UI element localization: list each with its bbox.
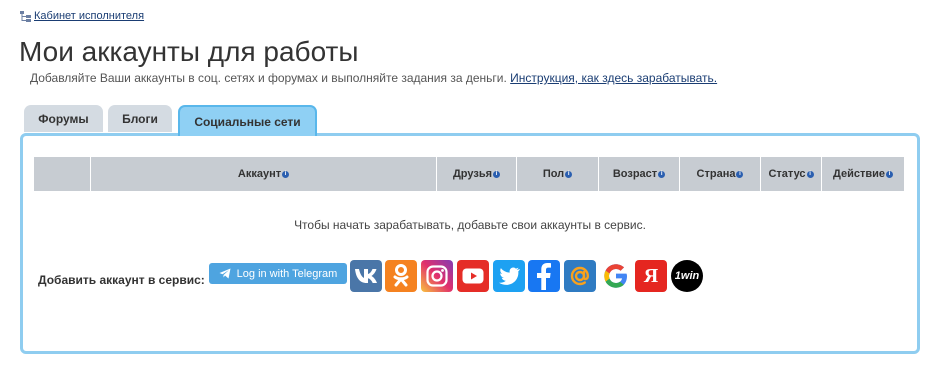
col-action-label: Действие — [833, 168, 885, 180]
telegram-login-label: Log in with Telegram — [236, 267, 338, 280]
instagram-icon — [426, 265, 448, 287]
col-country[interactable]: Страна i — [680, 157, 761, 191]
col-age-label: Возраст — [612, 168, 658, 180]
social-accounts-panel: Аккаунт i Друзья i Пол i Возраст i Страна i С… — [20, 133, 920, 354]
tab-forums[interactable]: Форумы — [24, 105, 103, 132]
empty-table-message: Чтобы начать зарабатывать, добавьте свои… — [294, 218, 646, 232]
add-1win-button[interactable]: 1win — [671, 260, 703, 292]
col-friends[interactable]: Друзья i — [437, 157, 517, 191]
col-select — [34, 157, 91, 191]
telegram-login-button[interactable]: Log in with Telegram — [209, 263, 347, 284]
mailru-icon — [570, 266, 590, 286]
page-subtitle: Добавляйте Ваши аккаунты в соц. сетях и … — [30, 71, 717, 85]
google-icon — [604, 264, 627, 288]
add-vk-button[interactable] — [350, 260, 382, 292]
info-icon[interactable]: i — [282, 170, 290, 178]
add-google-button[interactable] — [600, 260, 632, 292]
add-twitter-button[interactable] — [493, 260, 525, 292]
add-instagram-button[interactable] — [421, 260, 453, 292]
col-account[interactable]: Аккаунт i — [91, 157, 437, 191]
breadcrumb: Кабинет исполнителя — [20, 9, 144, 23]
col-account-label: Аккаунт — [237, 168, 282, 180]
info-icon[interactable]: i — [658, 170, 666, 178]
facebook-icon — [537, 263, 551, 290]
add-account-label: Добавить аккаунт в сервис: — [38, 273, 205, 287]
accounts-table-header: Аккаунт i Друзья i Пол i Возраст i Страна i С… — [34, 157, 904, 191]
youtube-icon — [462, 268, 484, 284]
telegram-icon — [219, 268, 231, 279]
subtitle-text: Добавляйте Ваши аккаунты в соц. сетях и … — [30, 71, 507, 85]
1win-icon: 1win — [674, 270, 700, 282]
col-gender[interactable]: Пол i — [517, 157, 599, 191]
col-age[interactable]: Возраст i — [599, 157, 680, 191]
odnoklassniki-icon — [393, 264, 409, 287]
twitter-icon — [499, 267, 520, 285]
col-status-label: Статус — [768, 168, 806, 180]
col-country-label: Страна — [696, 168, 736, 180]
info-icon[interactable]: i — [886, 170, 893, 178]
col-gender-label: Пол — [542, 168, 565, 180]
col-status[interactable]: Статус i — [761, 157, 822, 191]
tab-blogs[interactable]: Блоги — [108, 105, 172, 132]
vk-icon — [355, 269, 377, 283]
add-youtube-button[interactable] — [457, 260, 489, 292]
info-icon[interactable]: i — [806, 170, 814, 178]
info-icon[interactable]: i — [736, 170, 744, 178]
info-icon[interactable]: i — [565, 170, 573, 178]
info-icon[interactable]: i — [493, 170, 501, 178]
yandex-icon: Я — [643, 264, 659, 287]
add-odnoklassniki-button[interactable] — [385, 260, 417, 292]
col-action[interactable]: Действие i — [822, 157, 904, 191]
tab-social-networks[interactable]: Социальные сети — [178, 105, 317, 136]
add-yandex-button[interactable]: Я — [635, 260, 667, 292]
add-facebook-button[interactable] — [528, 260, 560, 292]
guide-link[interactable]: Инструкция, как здесь зарабатывать. — [510, 71, 717, 85]
breadcrumb-link-executor-cabinet[interactable]: Кабинет исполнителя — [34, 10, 144, 22]
page-title: Мои аккаунты для работы — [19, 36, 359, 67]
col-friends-label: Друзья — [452, 168, 493, 180]
add-mailru-button[interactable] — [564, 260, 596, 292]
hierarchy-icon — [20, 10, 31, 22]
